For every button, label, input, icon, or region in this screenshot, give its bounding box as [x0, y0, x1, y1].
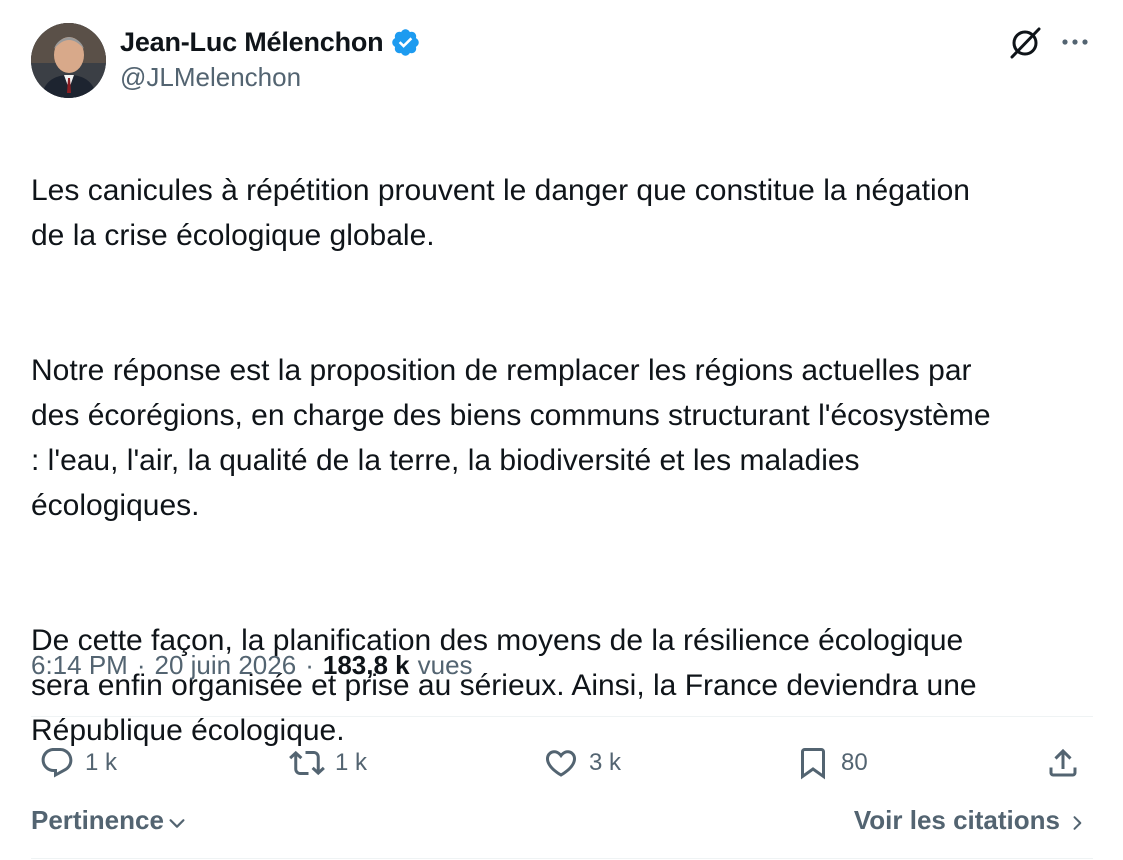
divider	[31, 716, 1093, 717]
verified-badge-icon[interactable]	[390, 27, 421, 58]
quotes-label: Voir les citations	[853, 805, 1060, 835]
grok-icon[interactable]	[1006, 23, 1044, 61]
author-name[interactable]: Jean-Luc Mélenchon	[120, 27, 384, 58]
bookmark-button[interactable]: 80	[795, 737, 868, 789]
tweet-detail: Jean-Luc Mélenchon @JLMelenchon Les cani…	[0, 0, 1123, 860]
like-count: 3 k	[589, 749, 622, 776]
divider	[31, 858, 1093, 859]
avatar-image	[31, 23, 106, 98]
chevron-down-icon	[169, 818, 185, 828]
like-button[interactable]: 3 k	[543, 737, 621, 789]
bookmark-icon	[801, 748, 825, 780]
views-label: vues	[417, 650, 473, 680]
sort-label: Pertinence	[31, 805, 164, 835]
repost-button[interactable]: 1 k	[289, 737, 367, 789]
heart-icon	[545, 750, 577, 777]
view-quotes-link[interactable]: Voir les citations	[854, 805, 1087, 836]
chevron-right-icon	[1073, 815, 1082, 830]
tweet-time[interactable]: 6:14 PM	[31, 650, 128, 681]
avatar[interactable]	[31, 23, 106, 98]
share-button[interactable]	[1045, 737, 1081, 789]
tweet-date[interactable]: 20 juin 2026	[155, 650, 297, 681]
repost-icon	[289, 750, 325, 776]
more-icon[interactable]	[1059, 26, 1091, 58]
share-icon	[1049, 748, 1077, 777]
repost-count: 1 k	[335, 749, 368, 776]
tweet-paragraph: De cette façon, la planification des moy…	[31, 624, 977, 747]
tweet-text: Les canicules à répétition prouvent le d…	[31, 123, 1101, 798]
bookmark-count: 80	[841, 749, 868, 776]
tweet-paragraph: Les canicules à répétition prouvent le d…	[31, 174, 970, 252]
sort-dropdown[interactable]: Pertinence	[31, 805, 188, 836]
reply-count: 1 k	[85, 749, 118, 776]
tweet-paragraph: Notre réponse est la proposition de remp…	[31, 354, 991, 522]
author-name-row: Jean-Luc Mélenchon	[120, 24, 421, 60]
reply-icon	[41, 748, 73, 778]
author-handle[interactable]: @JLMelenchon	[120, 62, 301, 93]
separator-dot: ·	[136, 650, 146, 680]
action-bar: 1 k 1 k 3 k 80	[31, 737, 1093, 789]
views-count[interactable]: 183,8 k	[323, 650, 410, 681]
separator-dot: ·	[305, 650, 314, 680]
tweet-meta: 6:14 PM · 20 juin 2026 · 183,8 k vues	[31, 650, 473, 681]
reply-button[interactable]: 1 k	[39, 737, 117, 789]
